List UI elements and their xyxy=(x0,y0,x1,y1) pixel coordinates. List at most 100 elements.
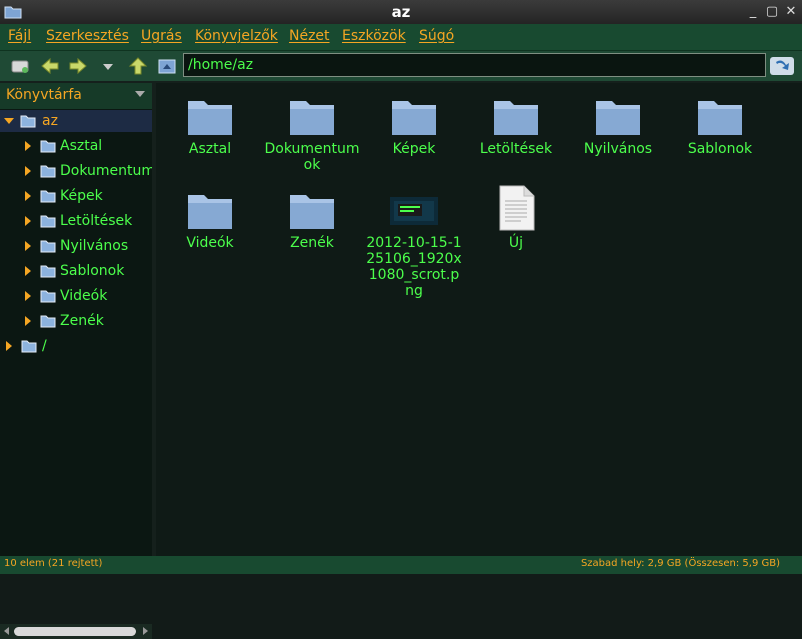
menu-help[interactable]: Súgó xyxy=(419,28,454,44)
file-item[interactable]: Új xyxy=(468,185,564,251)
folder-icon xyxy=(188,195,232,229)
home-folder-icon[interactable] xyxy=(157,57,177,75)
expander-icon[interactable] xyxy=(25,141,31,151)
tree-item-az[interactable]: az xyxy=(0,110,152,132)
menu-edit[interactable]: Szerkesztés xyxy=(46,28,129,44)
status-bar: 10 elem (21 rejtett) Szabad hely: 2,9 GB… xyxy=(0,556,802,574)
folder-icon xyxy=(20,115,36,128)
tree-item-nyilvanos[interactable]: Nyilvános xyxy=(0,235,152,257)
tree-item-label: Videók xyxy=(60,288,108,304)
maximize-icon[interactable]: ▢ xyxy=(764,4,780,20)
folder-icon xyxy=(21,340,37,353)
folder-icon xyxy=(494,101,538,135)
expander-icon[interactable] xyxy=(6,341,12,351)
up-arrow-icon[interactable] xyxy=(128,57,148,75)
file-item[interactable]: Dokumentumok xyxy=(264,97,360,173)
tree-item-label: / xyxy=(42,338,47,354)
tree-item-label: Zenék xyxy=(60,313,104,329)
forward-arrow-icon[interactable] xyxy=(68,57,88,75)
go-reload-icon[interactable] xyxy=(770,57,794,75)
close-icon[interactable]: ✕ xyxy=(783,4,799,20)
expander-icon[interactable] xyxy=(25,166,31,176)
expander-icon[interactable] xyxy=(25,316,31,326)
menu-go[interactable]: Ugrás xyxy=(141,28,182,44)
folder-icon xyxy=(188,101,232,135)
expander-icon[interactable] xyxy=(25,216,31,226)
file-name: Dokumentumok xyxy=(264,141,360,173)
tree-item-root[interactable]: / xyxy=(0,335,152,357)
file-manager-window: az _ ▢ ✕ Fájl Szerkesztés Ugrás Könyvjel… xyxy=(0,0,802,639)
tree-item-label: Letöltések xyxy=(60,213,133,229)
file-name: Asztal xyxy=(188,141,232,157)
folder-icon xyxy=(40,240,56,253)
file-name: Letöltések xyxy=(479,141,553,157)
tree-item-kepek[interactable]: Képek xyxy=(0,185,152,207)
file-name: Videók xyxy=(186,235,234,251)
file-item[interactable]: Nyilvános xyxy=(570,97,666,157)
expander-icon[interactable] xyxy=(25,291,31,301)
text-document-icon xyxy=(499,185,535,231)
sidebar-horizontal-scrollbar[interactable] xyxy=(0,624,152,639)
menu-bookmarks[interactable]: Könyvjelzők xyxy=(195,28,278,44)
file-item[interactable]: Képek xyxy=(366,97,462,157)
chevron-down-icon[interactable] xyxy=(135,91,145,97)
title-bar[interactable]: az _ ▢ ✕ xyxy=(0,0,802,24)
menu-view[interactable]: Nézet xyxy=(289,28,330,44)
tree-item-asztal[interactable]: Asztal xyxy=(0,135,152,157)
expander-icon[interactable] xyxy=(25,266,31,276)
folder-icon xyxy=(40,215,56,228)
file-item[interactable]: 2012-10-15-125106_1920x1080_scrot.png xyxy=(366,191,462,299)
tree-item-videok[interactable]: Videók xyxy=(0,285,152,307)
file-name: Sablonok xyxy=(687,141,753,157)
location-path[interactable]: /home/az xyxy=(188,57,253,73)
scroll-right-icon[interactable] xyxy=(143,627,148,635)
folder-icon xyxy=(392,101,436,135)
folder-icon xyxy=(40,190,56,203)
expander-icon[interactable] xyxy=(25,241,31,251)
status-free-space: Szabad hely: 2,9 GB (Összesen: 5,9 GB) xyxy=(580,558,780,569)
status-item-count: 10 elem (21 rejtett) xyxy=(4,558,103,569)
sidebar-header[interactable]: Könyvtárfa xyxy=(0,83,152,109)
tree-item-label: Képek xyxy=(60,188,103,204)
file-item[interactable]: Zenék xyxy=(264,191,360,251)
sidebar-title[interactable]: Könyvtárfa xyxy=(6,87,82,103)
new-tab-icon[interactable] xyxy=(10,57,30,75)
expander-icon[interactable] xyxy=(25,191,31,201)
file-item[interactable]: Letöltések xyxy=(468,97,564,157)
history-dropdown-icon[interactable] xyxy=(98,57,118,75)
menu-tools[interactable]: Eszközök xyxy=(342,28,406,44)
folder-icon xyxy=(40,140,56,153)
file-item[interactable]: Asztal xyxy=(162,97,258,157)
image-thumbnail-icon xyxy=(390,197,438,225)
expander-icon[interactable] xyxy=(4,118,14,124)
tree-item-label: az xyxy=(42,113,58,129)
file-name: Zenék xyxy=(290,235,334,251)
folder-icon xyxy=(40,315,56,328)
window-title: az xyxy=(391,3,411,21)
scroll-left-icon[interactable] xyxy=(4,627,9,635)
tree-item-letoltesek[interactable]: Letöltések xyxy=(0,210,152,232)
folder-icon xyxy=(290,195,334,229)
tree-item-sablonok[interactable]: Sablonok xyxy=(0,260,152,282)
folder-icon xyxy=(290,101,334,135)
location-bar[interactable]: /home/az xyxy=(183,53,766,77)
file-item[interactable]: Videók xyxy=(162,191,258,251)
file-view: Asztal Dokumentumok Képek Letöltések Nyi… xyxy=(156,83,802,556)
back-arrow-icon[interactable] xyxy=(40,57,60,75)
file-name: Nyilvános xyxy=(583,141,653,157)
tree-item-dokumentumok[interactable]: Dokumentumok xyxy=(0,160,172,182)
file-name: Képek xyxy=(392,141,436,157)
file-item[interactable]: Sablonok xyxy=(672,97,768,157)
menu-file[interactable]: Fájl xyxy=(8,28,31,44)
minimize-icon[interactable]: _ xyxy=(745,4,761,20)
sidebar: Könyvtárfa az Asztal Dokumentumok Képek … xyxy=(0,83,172,639)
tree-item-label: Sablonok xyxy=(60,263,125,279)
tree-item-label: Asztal xyxy=(60,138,103,154)
scrollbar-thumb[interactable] xyxy=(14,627,136,636)
tree-item-zenek[interactable]: Zenék xyxy=(0,310,152,332)
menu-bar: Fájl Szerkesztés Ugrás Könyvjelzők Nézet… xyxy=(0,24,802,51)
tree-item-label: Nyilvános xyxy=(60,238,129,254)
folder-icon xyxy=(40,165,56,178)
folder-icon xyxy=(698,101,742,135)
folder-icon xyxy=(40,290,56,303)
